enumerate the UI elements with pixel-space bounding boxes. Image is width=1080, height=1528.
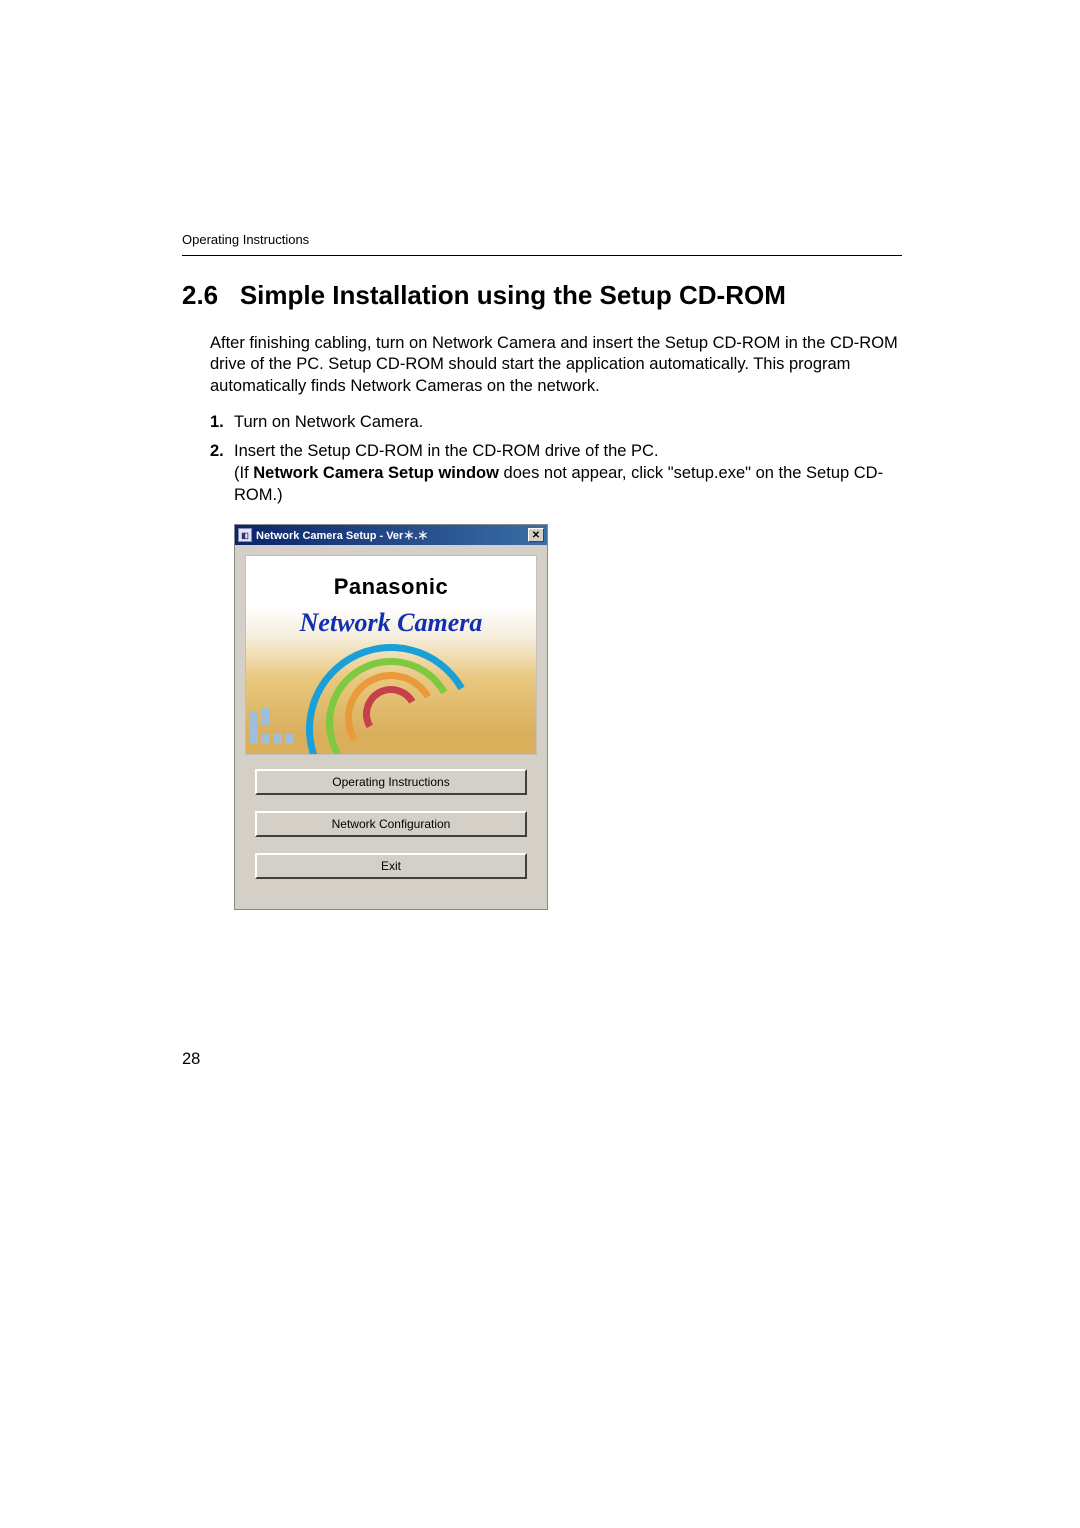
banner-image: Panasonic Network Camera: [245, 555, 537, 755]
running-header: Operating Instructions: [182, 232, 902, 247]
network-configuration-button[interactable]: Network Configuration: [255, 811, 527, 837]
page-number: 28: [182, 1050, 200, 1069]
step-lead: Insert the Setup CD-ROM in the CD-ROM dr…: [234, 442, 659, 460]
header-rule: [182, 255, 902, 256]
step-note-bold: Network Camera Setup window: [253, 464, 499, 482]
exit-button[interactable]: Exit: [255, 853, 527, 879]
app-icon: ◧: [238, 528, 252, 542]
heading-title: Simple Installation using the Setup CD-R…: [240, 280, 786, 310]
step-2: 2. Insert the Setup CD-ROM in the CD-ROM…: [210, 440, 902, 507]
step-1: 1. Turn on Network Camera.: [210, 411, 902, 433]
product-name: Network Camera: [246, 608, 536, 638]
setup-dialog: ◧ Network Camera Setup - Ver＊.＊ ✕ Panaso…: [234, 524, 548, 910]
close-button[interactable]: ✕: [528, 528, 544, 542]
step-number: 2.: [210, 440, 224, 462]
section-heading: 2.6 Simple Installation using the Setup …: [182, 280, 902, 311]
brand-logo: Panasonic: [246, 574, 536, 600]
titlebar: ◧ Network Camera Setup - Ver＊.＊ ✕: [235, 525, 547, 545]
heading-number: 2.6: [182, 280, 218, 310]
operating-instructions-button[interactable]: Operating Instructions: [255, 769, 527, 795]
step-note-prefix: (If: [234, 464, 253, 482]
window-title: Network Camera Setup - Ver＊.＊: [256, 527, 528, 543]
button-stack: Operating Instructions Network Configura…: [235, 765, 547, 909]
step-number: 1.: [210, 411, 224, 433]
steps-list: 1. Turn on Network Camera. 2. Insert the…: [210, 411, 902, 506]
intro-paragraph: After finishing cabling, turn on Network…: [210, 333, 902, 397]
step-text: Turn on Network Camera.: [234, 413, 423, 431]
